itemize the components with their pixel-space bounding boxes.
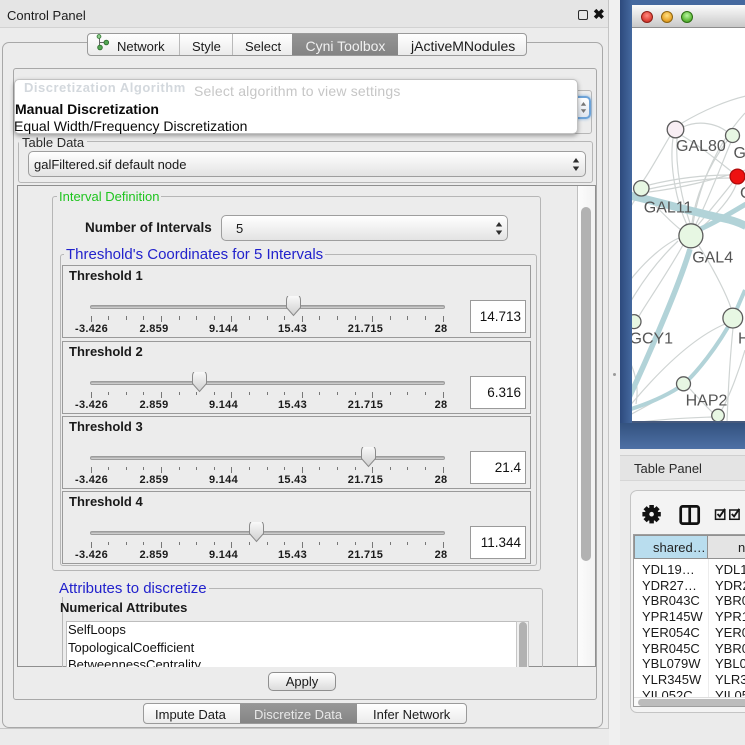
- svg-text:GAL4: GAL4: [692, 250, 733, 267]
- svg-text:HAP2: HAP2: [686, 393, 728, 410]
- svg-text:H: H: [738, 331, 745, 348]
- svg-text:GCY1: GCY1: [632, 331, 673, 348]
- svg-text:GAL2: GAL2: [734, 145, 745, 162]
- svg-text:CR: CR: [740, 185, 745, 202]
- svg-text:GAL11: GAL11: [644, 199, 693, 216]
- svg-text:GAL80: GAL80: [676, 138, 726, 155]
